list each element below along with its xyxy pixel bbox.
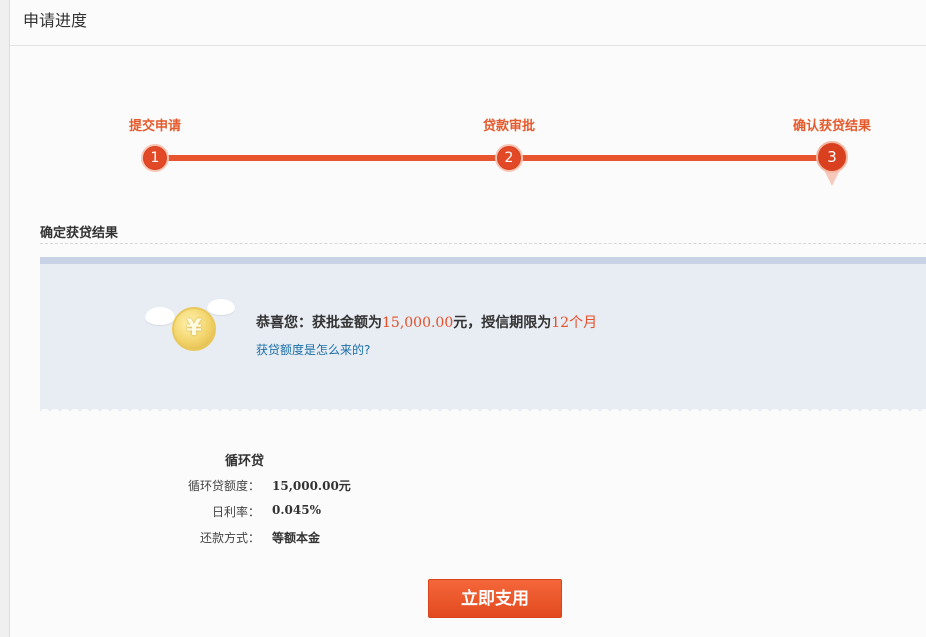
use-now-button[interactable]: 立即支用 [428, 579, 562, 618]
loan-amount-help-link[interactable]: 获贷额度是怎么来的? [256, 341, 370, 358]
step-3-label: 确认获贷结果 [792, 119, 872, 134]
result-box: ¥ 恭喜您：获批金额为15,000.00元，授信期限为12个月 获贷额度是怎么来… [40, 257, 926, 409]
detail-label: 日利率： [211, 505, 260, 519]
loan-type-title: 循环贷 [225, 454, 265, 469]
coin-icon: ¥ [172, 307, 216, 351]
detail-value: 15,000.00元 [272, 479, 351, 493]
progress-steps: 提交申请 1 贷款审批 2 确认获贷结果 3 [10, 100, 926, 200]
detail-value: 等额本金 [272, 531, 321, 545]
step-2-marker: 2 [495, 144, 523, 172]
page-title: 申请进度 [23, 11, 88, 30]
left-rail [0, 0, 10, 637]
wing-right-icon [207, 299, 235, 315]
detail-row-limit: 循环贷额度： 15,000.00元 [10, 477, 926, 499]
detail-row-rate: 日利率： 0.045% [10, 503, 926, 525]
congrats-prefix: 恭喜您：获批金额为 [256, 315, 382, 331]
detail-label: 还款方式： [199, 531, 260, 545]
detail-label: 循环贷额度： [187, 479, 260, 493]
application-progress-panel: 申请进度 提交申请 1 贷款审批 2 确认获贷结果 3 确定获贷结果 ¥ 恭喜您… [10, 0, 926, 637]
credit-term: 12个月 [551, 315, 598, 331]
section-divider [40, 243, 926, 244]
step-3-marker: 3 [816, 141, 848, 173]
page-header: 申请进度 [10, 0, 926, 46]
step-2-label: 贷款审批 [482, 119, 536, 134]
amount-unit: 元，授信期限为 [453, 315, 552, 331]
step-1-marker: 1 [141, 144, 169, 172]
zigzag-edge [40, 405, 926, 413]
section-title: 确定获贷结果 [40, 226, 119, 241]
detail-value: 0.045% [272, 503, 321, 517]
approved-amount: 15,000.00 [382, 315, 454, 331]
congrats-message: 恭喜您：获批金额为15,000.00元，授信期限为12个月 [256, 312, 597, 332]
detail-row-repayment: 还款方式： 等额本金 [10, 529, 926, 551]
wing-left-icon [145, 307, 175, 325]
yuan-coin-icon: ¥ [145, 299, 235, 359]
step-1-label: 提交申请 [128, 119, 182, 134]
